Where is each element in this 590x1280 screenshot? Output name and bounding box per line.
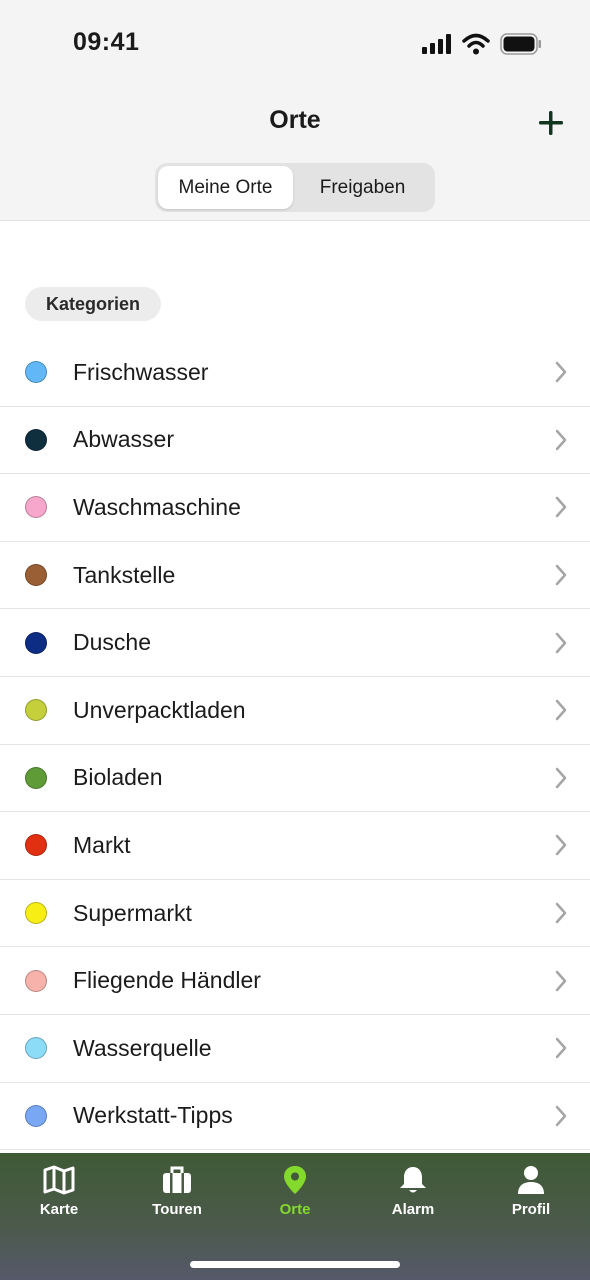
category-row[interactable]: Wasserquelle [0, 1015, 590, 1083]
chevron-right-icon [555, 767, 567, 789]
category-color-dot [25, 631, 47, 654]
category-color-dot [25, 1037, 47, 1060]
tab-label-alarm: Alarm [391, 1201, 435, 1218]
tab-label-touren: Touren [152, 1201, 202, 1218]
chevron-right-icon [555, 700, 567, 721]
chevron-right-icon [555, 497, 567, 518]
chevron-right-icon [555, 362, 567, 383]
category-row[interactable]: Dusche [0, 609, 590, 677]
category-label: Unverpacktladen [73, 696, 246, 723]
category-label: Dusche [73, 629, 151, 656]
category-label: Tankstelle [73, 561, 176, 588]
category-color-dot [25, 564, 47, 587]
battery-icon [500, 33, 541, 55]
category-color-dot [25, 834, 47, 857]
category-row[interactable]: Waschmaschine [0, 474, 590, 542]
category-label: Supermarkt [73, 899, 192, 926]
suitcase-icon [163, 1166, 191, 1193]
category-label: Werkstatt-Tipps [73, 1102, 233, 1129]
location-pin-icon [284, 1166, 306, 1194]
home-indicator [190, 1261, 400, 1268]
page-title: Orte [269, 106, 321, 134]
category-row[interactable]: Tankstelle [0, 542, 590, 610]
tab-label-orte: Orte [279, 1201, 311, 1218]
tab-profil[interactable]: Profil [491, 1165, 571, 1218]
segmented-control: Meine Orte Freigaben [155, 163, 435, 212]
tab-karte[interactable]: Karte [19, 1165, 99, 1218]
chevron-right-icon [555, 429, 567, 451]
tab-touren[interactable]: Touren [137, 1165, 217, 1218]
person-icon [518, 1166, 544, 1194]
category-label: Abwasser [73, 426, 174, 453]
chevron-right-icon [555, 1037, 567, 1059]
tab-label-karte: Karte [39, 1201, 79, 1218]
category-color-dot [25, 699, 47, 722]
map-icon [43, 1165, 75, 1195]
cellular-signal-icon [422, 34, 451, 54]
tab-alarm[interactable]: Alarm [373, 1165, 453, 1218]
category-color-dot [25, 1104, 47, 1127]
section-header-kategorien: Kategorien [25, 287, 162, 321]
status-icons [422, 32, 542, 56]
chevron-right-icon [555, 1105, 567, 1127]
category-color-dot [25, 766, 47, 789]
category-list: Frischwasser Abwasser Waschmaschine Tankste… [0, 339, 590, 1151]
category-label: Fliegende Händler [73, 967, 261, 994]
category-row[interactable]: Bioladen [0, 745, 590, 813]
category-label: Wasserquelle [73, 1034, 212, 1061]
plus-icon [539, 111, 563, 135]
chevron-right-icon [555, 970, 567, 991]
category-label: Bioladen [73, 764, 163, 791]
category-color-dot [25, 361, 47, 384]
category-row[interactable]: Werkstatt-Tipps [0, 1083, 590, 1151]
segment-meine-orte[interactable]: Meine Orte [158, 166, 293, 209]
category-label: Waschmaschine [73, 493, 241, 520]
chevron-right-icon [555, 835, 567, 856]
bell-icon [400, 1167, 426, 1193]
category-row[interactable]: Frischwasser [0, 339, 590, 407]
chevron-right-icon [555, 632, 567, 653]
chevron-right-icon [555, 564, 567, 586]
tab-label-profil: Profil [511, 1201, 551, 1218]
tab-orte[interactable]: Orte [255, 1165, 335, 1218]
category-row[interactable]: Abwasser [0, 407, 590, 475]
category-row[interactable]: Fliegende Händler [0, 947, 590, 1015]
category-color-dot [25, 902, 47, 925]
wifi-icon [462, 33, 490, 55]
category-row[interactable]: Markt [0, 812, 590, 880]
category-color-dot [25, 969, 47, 992]
header: 09:41 Orte Meine Orte Freigaben [0, 0, 590, 221]
chevron-right-icon [555, 902, 567, 924]
category-label: Frischwasser [73, 358, 209, 385]
status-time: 09:41 [73, 28, 140, 56]
category-color-dot [25, 428, 47, 451]
category-row[interactable]: Supermarkt [0, 880, 590, 948]
add-place-button[interactable] [530, 104, 572, 140]
category-color-dot [25, 496, 47, 519]
category-label: Markt [73, 831, 131, 858]
segment-freigaben[interactable]: Freigaben [293, 166, 432, 209]
category-row[interactable]: Unverpacktladen [0, 677, 590, 745]
